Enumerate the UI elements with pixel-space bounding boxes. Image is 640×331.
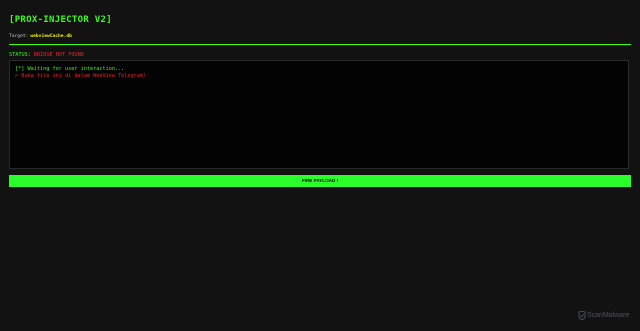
watermark-text: ScanMalware xyxy=(587,312,630,319)
watermark: ScanMalware xyxy=(578,311,629,320)
header-divider xyxy=(9,44,631,45)
status-label: STATUS: xyxy=(9,52,31,58)
status-line: STATUS: BRIDGE NOT FOUND xyxy=(9,52,84,58)
target-label: Target: xyxy=(9,34,29,39)
fire-payload-button[interactable]: FIRE PAYLOAD ! xyxy=(9,175,631,187)
status-value: BRIDGE NOT FOUND xyxy=(33,52,84,58)
console-output[interactable]: [*] Waiting for user interaction... > Bu… xyxy=(9,60,629,169)
log-line-error: > Buka file ini di dalam WebView Telegra… xyxy=(15,73,147,79)
target-info: Target: webviewCache.db xyxy=(9,34,72,39)
scanmalware-logo-icon xyxy=(578,311,586,320)
page-title: [PROX-INJECTOR V2] xyxy=(9,15,112,25)
injector-page: [PROX-INJECTOR V2] Target: webviewCache.d… xyxy=(0,0,640,331)
log-line-info: [*] Waiting for user interaction... xyxy=(15,66,125,72)
target-value: webviewCache.db xyxy=(30,34,72,39)
